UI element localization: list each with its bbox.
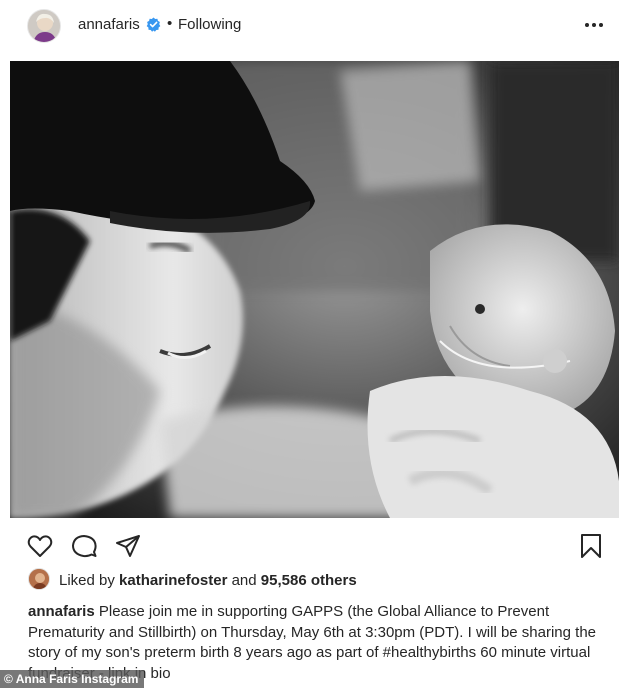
caption-author[interactable]: annafaris: [28, 603, 95, 620]
share-icon[interactable]: [114, 532, 142, 560]
post-photo[interactable]: [10, 61, 619, 518]
likes-text: Liked by katharinefoster and 95,586 othe…: [59, 572, 357, 589]
verified-badge-icon: [146, 17, 161, 32]
heart-icon[interactable]: [26, 532, 54, 560]
post-username[interactable]: annafaris: [78, 16, 140, 33]
likes-summary: Liked by katharinefoster and 95,586 othe…: [28, 568, 588, 592]
post-header: annafaris • Following: [0, 0, 632, 56]
separator-dot: •: [167, 15, 173, 32]
image-credit-watermark: © Anna Faris Instagram: [0, 670, 145, 688]
more-horizontal-icon[interactable]: [583, 14, 605, 36]
likes-count[interactable]: 95,586 others: [261, 572, 357, 589]
profile-avatar[interactable]: [27, 9, 61, 43]
liker-avatar[interactable]: [28, 568, 50, 590]
action-bar: [0, 526, 632, 566]
comment-icon[interactable]: [70, 532, 98, 560]
liker-username[interactable]: katharinefoster: [119, 572, 227, 589]
bookmark-icon[interactable]: [577, 532, 605, 560]
following-button[interactable]: Following: [178, 16, 241, 33]
